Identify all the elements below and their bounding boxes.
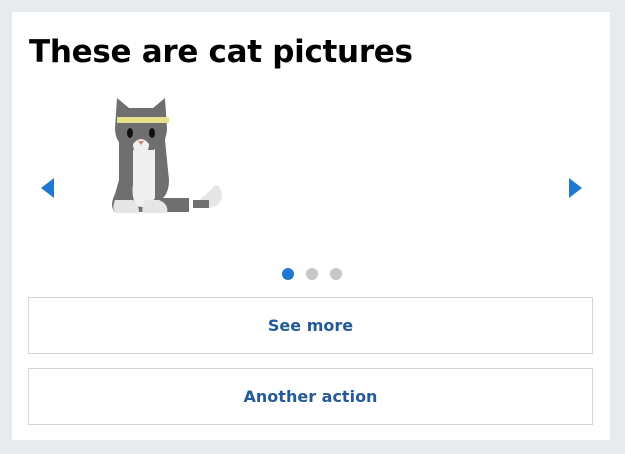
see-more-button[interactable]: See more [28,297,593,354]
page-dot-3[interactable] [330,268,342,280]
cat-image [112,98,223,213]
triangle-right-icon [569,178,582,198]
carousel-next-button[interactable] [566,177,584,199]
another-action-button[interactable]: Another action [28,368,593,425]
page-dot-1[interactable] [282,268,294,280]
card-title: These are cat pictures [29,34,413,70]
triangle-left-icon [41,178,54,198]
carousel-previous-button[interactable] [39,177,57,199]
adaptive-card: These are cat pictures See more Another … [12,12,610,440]
page-dot-2[interactable] [306,268,318,280]
